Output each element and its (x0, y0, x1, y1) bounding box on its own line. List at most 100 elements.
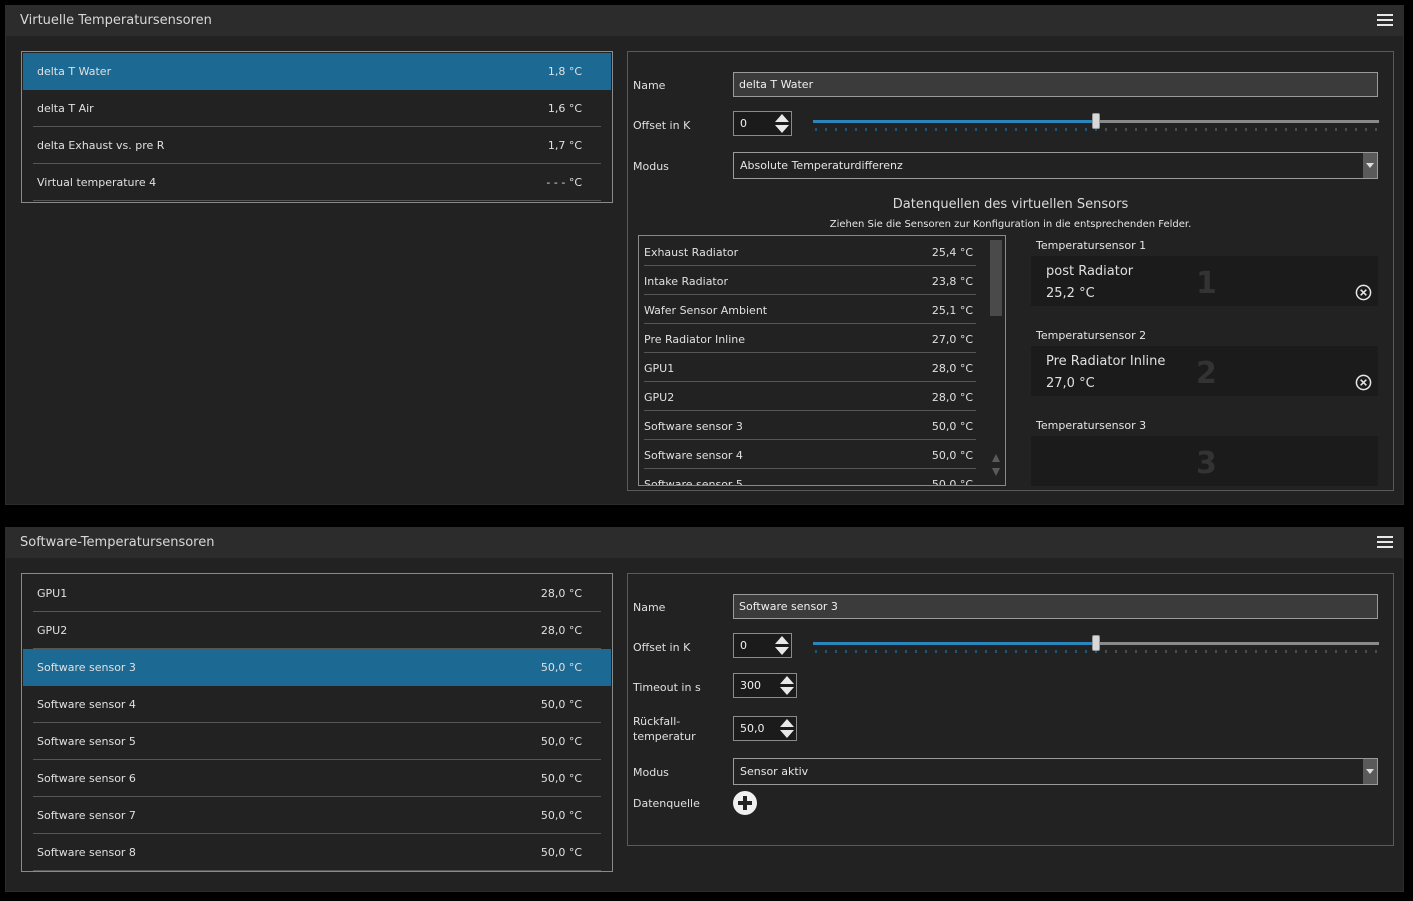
scrollbar[interactable] (990, 240, 1002, 480)
name-field[interactable]: Software sensor 3 (733, 594, 1378, 619)
slider-handle[interactable] (1092, 113, 1100, 129)
source-sensor-list: Exhaust Radiator 25,4 °C Intake Radiator… (638, 235, 1006, 486)
list-item[interactable]: Software sensor 3 50,0 °C (23, 649, 611, 686)
sensor-slot-1[interactable]: post Radiator 25,2 °C 1 (1031, 256, 1378, 306)
sensor-value: 1,8 °C (547, 65, 582, 78)
sensor-name: Software sensor 4 (37, 698, 136, 711)
fallback-spinbox[interactable]: 50,0 (733, 716, 797, 741)
name-field[interactable]: delta T Water (733, 72, 1378, 97)
slot-sensor-value: 25,2 °C (1046, 286, 1095, 301)
slot-title: Temperatursensor 3 (1036, 419, 1147, 432)
list-item[interactable]: Software sensor 8 50,0 °C (23, 834, 611, 871)
slot-number: 2 (1196, 356, 1217, 391)
sensor-slot-3[interactable]: 3 (1031, 436, 1378, 486)
sensor-name: GPU2 (37, 624, 68, 637)
source-value: 25,1 °C (931, 304, 973, 317)
source-name: Pre Radiator Inline (644, 333, 746, 346)
list-item[interactable]: Exhaust Radiator 25,4 °C (639, 237, 979, 266)
list-item[interactable]: Software sensor 5 50,0 °C (639, 469, 979, 486)
slider-handle[interactable] (1092, 635, 1100, 651)
sensor-name: Software sensor 8 (37, 846, 136, 859)
sensor-value: 50,0 °C (540, 698, 582, 711)
sensor-name: Software sensor 5 (37, 735, 136, 748)
offset-slider[interactable] (813, 110, 1379, 134)
list-item[interactable]: Software sensor 6 50,0 °C (23, 760, 611, 797)
sensor-name: delta T Air (37, 102, 94, 115)
source-value: 23,8 °C (931, 275, 973, 288)
chevron-down-icon[interactable] (1363, 759, 1377, 784)
virtual-sensors-panel: Virtuelle Temperatursensoren delta T Wat… (5, 5, 1404, 505)
timeout-label: Timeout in s (633, 681, 701, 694)
slider-fill (813, 642, 1096, 645)
sensor-name: Software sensor 6 (37, 772, 136, 785)
offset-spinbox[interactable]: 0 (733, 111, 792, 136)
sensor-value: 50,0 °C (540, 661, 582, 674)
fallback-value: 50,0 (740, 722, 765, 735)
chevron-down-icon[interactable] (1363, 153, 1377, 178)
list-item[interactable]: GPU1 28,0 °C (23, 575, 611, 612)
timeout-spinbox[interactable]: 300 (733, 673, 797, 698)
close-icon[interactable] (1355, 284, 1372, 301)
spin-arrows-icon[interactable] (775, 114, 789, 133)
name-label: Name (633, 601, 666, 614)
sensor-name: delta T Water (37, 65, 112, 78)
scrollbar-thumb[interactable] (990, 240, 1002, 316)
list-item[interactable]: Software sensor 4 50,0 °C (639, 440, 979, 469)
scroll-arrows-icon[interactable] (990, 450, 1002, 480)
sensor-value: 50,0 °C (540, 809, 582, 822)
offset-value: 0 (740, 117, 747, 130)
offset-spinbox[interactable]: 0 (733, 633, 792, 658)
list-item[interactable]: GPU1 28,0 °C (639, 353, 979, 382)
source-label: Datenquelle (633, 797, 700, 810)
software-sensors-panel: Software-Temperatursensoren GPU1 28,0 °C… (5, 527, 1404, 892)
mode-label: Modus (633, 160, 669, 173)
panel-header: Software-Temperatursensoren (6, 528, 1403, 558)
source-value: 50,0 °C (931, 420, 973, 433)
source-name: GPU1 (644, 362, 675, 375)
spin-arrows-icon[interactable] (775, 636, 789, 655)
list-item[interactable]: delta T Air 1,6 °C (23, 90, 611, 127)
name-label: Name (633, 79, 666, 92)
panel-title: Software-Temperatursensoren (20, 535, 215, 550)
sensor-name: Software sensor 7 (37, 809, 136, 822)
list-item[interactable]: Pre Radiator Inline 27,0 °C (639, 324, 979, 353)
panel-header: Virtuelle Temperatursensoren (6, 6, 1403, 36)
sources-title: Datenquellen des virtuellen Sensors (892, 197, 1129, 212)
list-item[interactable]: Software sensor 5 50,0 °C (23, 723, 611, 760)
mode-select[interactable]: Absolute Temperaturdifferenz (733, 152, 1378, 179)
list-item[interactable]: GPU2 28,0 °C (639, 382, 979, 411)
menu-icon[interactable] (1377, 536, 1393, 549)
list-item[interactable]: Software sensor 4 50,0 °C (23, 686, 611, 723)
slot-sensor-value: 27,0 °C (1046, 376, 1095, 391)
source-name: Exhaust Radiator (644, 246, 739, 259)
offset-label: Offset in K (633, 641, 691, 654)
list-item[interactable]: Software sensor 7 50,0 °C (23, 797, 611, 834)
spin-arrows-icon[interactable] (780, 719, 794, 738)
menu-icon[interactable] (1377, 14, 1393, 27)
source-name: Software sensor 5 (644, 478, 743, 486)
list-item[interactable]: Virtual temperature 4 - - - °C (23, 164, 611, 201)
source-value: 28,0 °C (931, 362, 973, 375)
slot-sensor-name: post Radiator (1046, 264, 1134, 279)
mode-select[interactable]: Sensor aktiv (733, 758, 1378, 785)
fallback-label-line-1: Rückfall- (633, 715, 681, 728)
close-icon[interactable] (1355, 374, 1372, 391)
fallback-label-line-2: temperatur (633, 730, 696, 743)
list-item[interactable]: Intake Radiator 23,8 °C (639, 266, 979, 295)
sensor-slot-2[interactable]: Pre Radiator Inline 27,0 °C 2 (1031, 346, 1378, 396)
spin-arrows-icon[interactable] (780, 676, 794, 695)
virtual-sensor-detail: Name delta T Water Offset in K 0 Modus A… (627, 51, 1394, 491)
slider-fill (813, 120, 1096, 123)
list-item[interactable]: Wafer Sensor Ambient 25,1 °C (639, 295, 979, 324)
add-source-icon[interactable] (733, 791, 757, 815)
list-item[interactable]: delta Exhaust vs. pre R 1,7 °C (23, 127, 611, 164)
sensor-name: Virtual temperature 4 (37, 176, 157, 189)
list-item[interactable]: delta T Water 1,8 °C (23, 53, 611, 90)
source-value: 28,0 °C (931, 391, 973, 404)
list-item[interactable]: GPU2 28,0 °C (23, 612, 611, 649)
source-name: Intake Radiator (644, 275, 728, 288)
mode-label: Modus (633, 766, 669, 779)
list-item[interactable]: Software sensor 3 50,0 °C (639, 411, 979, 440)
source-value: 25,4 °C (931, 246, 973, 259)
offset-slider[interactable] (813, 632, 1379, 656)
